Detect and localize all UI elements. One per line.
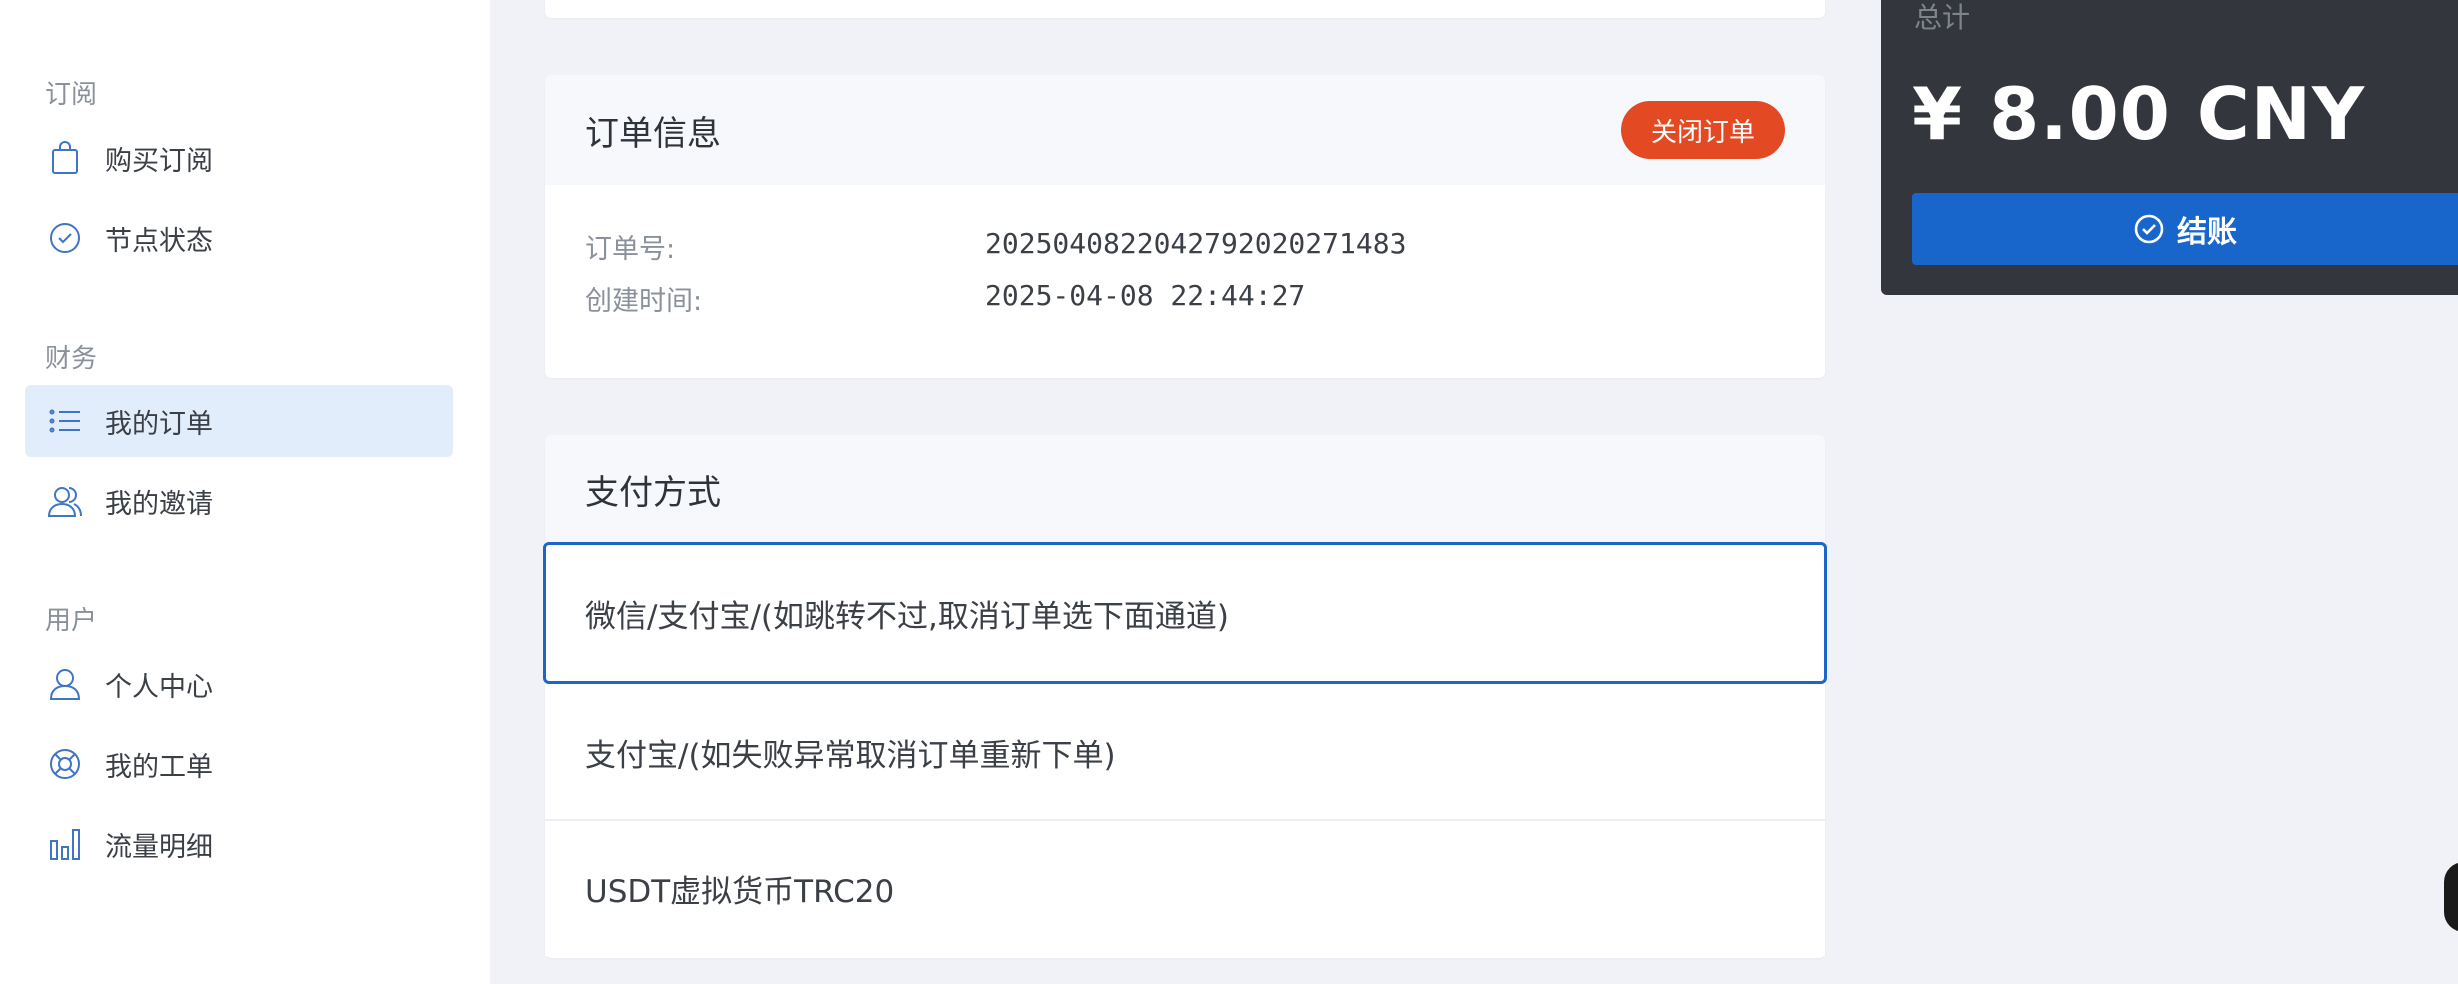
order-info-card: 订单信息 关闭订单 订单号: 2025040822042792020271483… <box>545 75 1825 378</box>
total-label: 总计 <box>1914 1 1971 34</box>
payment-option-label: 微信/支付宝/(如跳转不过,取消订单选下面通道) <box>585 598 1229 635</box>
created-time-value: 2025-04-08 22:44:27 <box>985 279 1306 312</box>
payment-method-header: 支付方式 <box>545 435 1825 543</box>
order-number-row: 订单号: 2025040822042792020271483 <box>585 227 1406 266</box>
checkout-label: 结账 <box>2177 215 2237 250</box>
check-circle-icon <box>2134 214 2164 244</box>
close-order-button[interactable]: 关闭订单 <box>1620 101 1785 159</box>
sidebar-item-traffic-details[interactable]: 流量明细 <box>25 808 453 880</box>
payment-method-card: 支付方式 微信/支付宝/(如跳转不过,取消订单选下面通道) 支付宝/(如失败异常… <box>543 435 1827 958</box>
sidebar-item-my-orders[interactable]: 我的订单 <box>25 385 453 457</box>
order-info-header: 订单信息 关闭订单 <box>545 75 1825 185</box>
check-circle-icon <box>47 220 83 256</box>
sidebar-item-profile[interactable]: 个人中心 <box>25 648 453 720</box>
lifebuoy-icon <box>47 746 83 782</box>
user-icon <box>47 666 83 702</box>
checkout-button[interactable]: 结账 <box>1912 193 2458 265</box>
users-icon <box>47 483 83 519</box>
sidebar-item-node-status[interactable]: 节点状态 <box>25 202 453 274</box>
list-icon <box>47 403 83 439</box>
created-time-label: 创建时间: <box>585 286 703 317</box>
payment-option-alipay[interactable]: 支付宝/(如失败异常取消订单重新下单) <box>545 685 1825 819</box>
sidebar-item-my-invites[interactable]: 我的邀请 <box>25 465 453 537</box>
bar-chart-icon <box>47 826 83 862</box>
previous-card <box>545 0 1825 18</box>
sidebar: 订阅 购买订阅 节点状态 财务 我的订单 我的邀请 用户 个人中心 我的工单 流… <box>0 0 490 984</box>
sidebar-item-label: 我的订单 <box>105 408 213 440</box>
sidebar-item-label: 我的工单 <box>105 751 213 783</box>
sidebar-item-label: 购买订阅 <box>105 145 213 177</box>
sidebar-section-user: 用户 <box>45 606 98 636</box>
sidebar-item-label: 我的邀请 <box>105 488 213 520</box>
shopping-bag-icon <box>47 140 83 176</box>
order-number-label: 订单号: <box>585 234 676 265</box>
floating-widget[interactable] <box>2444 862 2458 932</box>
order-number-value: 2025040822042792020271483 <box>985 227 1407 260</box>
payment-option-label: USDT虚拟货币TRC20 <box>585 874 895 910</box>
order-summary-panel: 总计 ¥ 8.00 CNY 结账 <box>1881 0 2458 295</box>
created-time-row: 创建时间: 2025-04-08 22:44:27 <box>585 279 1305 318</box>
total-amount: ¥ 8.00 CNY <box>1912 72 2366 156</box>
sidebar-item-label: 节点状态 <box>105 225 213 257</box>
payment-option-wechat-alipay[interactable]: 微信/支付宝/(如跳转不过,取消订单选下面通道) <box>543 542 1827 684</box>
sidebar-section-subscription: 订阅 <box>45 80 98 110</box>
order-info-title: 订单信息 <box>585 113 721 154</box>
sidebar-item-my-tickets[interactable]: 我的工单 <box>25 728 453 800</box>
sidebar-section-finance: 财务 <box>45 344 98 374</box>
payment-method-title: 支付方式 <box>585 472 721 513</box>
sidebar-item-label: 个人中心 <box>105 671 213 703</box>
payment-option-label: 支付宝/(如失败异常取消订单重新下单) <box>585 737 1116 774</box>
payment-option-usdt[interactable]: USDT虚拟货币TRC20 <box>545 821 1825 956</box>
sidebar-item-label: 流量明细 <box>105 831 213 863</box>
sidebar-item-buy-subscription[interactable]: 购买订阅 <box>25 122 453 194</box>
